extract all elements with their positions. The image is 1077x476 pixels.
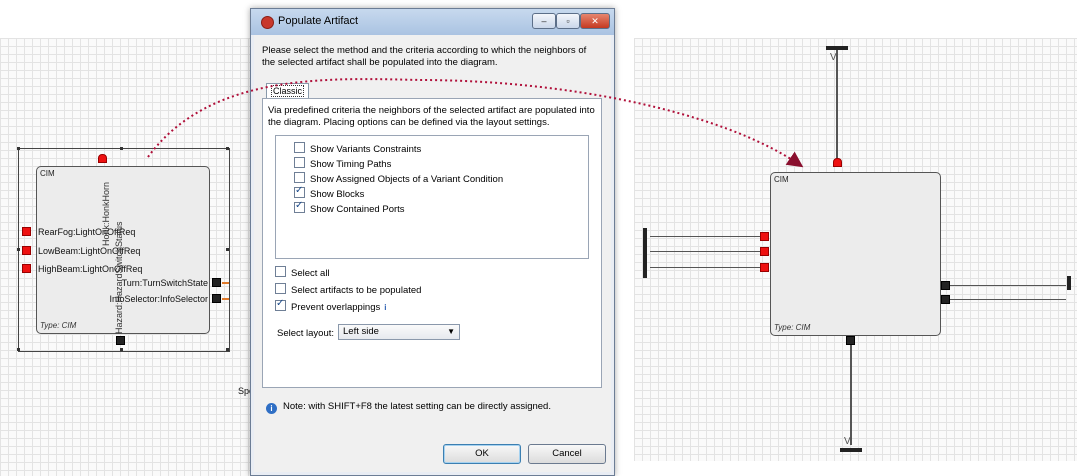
populate-arrow <box>147 78 804 168</box>
